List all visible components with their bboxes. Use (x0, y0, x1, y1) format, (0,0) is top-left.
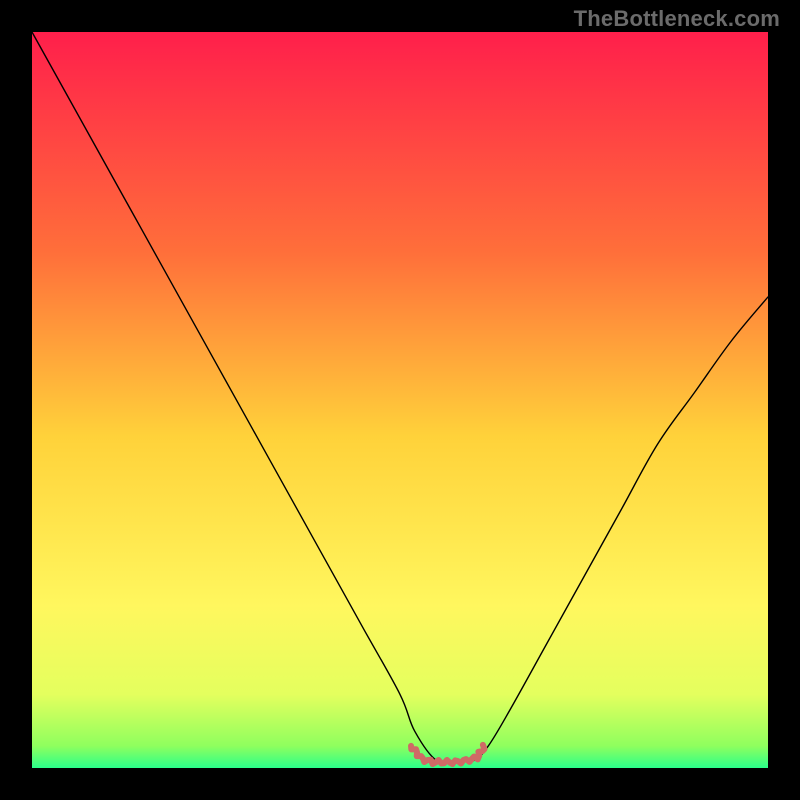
gradient-background (32, 32, 768, 768)
chart-frame: TheBottleneck.com (0, 0, 800, 800)
bottleneck-chart (32, 32, 768, 768)
plot-area (32, 32, 768, 768)
watermark-text: TheBottleneck.com (574, 6, 780, 32)
